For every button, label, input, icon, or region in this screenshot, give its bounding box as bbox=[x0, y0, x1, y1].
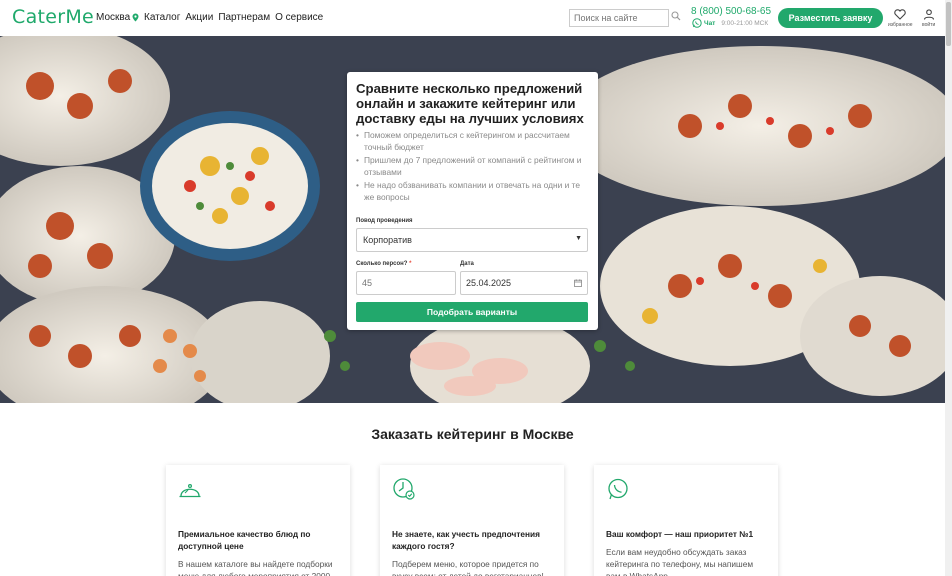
place-request-button[interactable]: Разместить заявку bbox=[778, 8, 883, 28]
feature-title: Не знаете, как учесть предпочтения каждо… bbox=[392, 529, 540, 551]
benefit-item: Пришлем до 7 предложений от компаний с р… bbox=[356, 154, 589, 178]
heart-icon bbox=[894, 9, 906, 20]
benefit-item: Поможем определиться с кейтерингом и рас… bbox=[356, 129, 589, 153]
whatsapp-icon bbox=[608, 478, 628, 500]
phone-number[interactable]: 8 (800) 500-68-65 bbox=[691, 6, 771, 17]
dropdown-arrow-icon: ▼ bbox=[575, 235, 582, 242]
login-label: Войти bbox=[922, 22, 936, 28]
page: CaterMe Москва Каталог Акции Партнерам О… bbox=[0, 0, 952, 576]
date-value: 25.04.2025 bbox=[466, 278, 512, 288]
site-header: CaterMe Москва Каталог Акции Партнерам О… bbox=[0, 0, 945, 36]
favorites-label: Избранное bbox=[888, 22, 913, 28]
occasion-label: Повод проведения bbox=[356, 218, 413, 224]
occasion-value: Корпоратив bbox=[363, 235, 412, 245]
benefit-item: Не надо обзванивать компании и отвечать … bbox=[356, 179, 589, 203]
nav-promotions[interactable]: Акции bbox=[185, 12, 213, 23]
nav-catalog[interactable]: Каталог bbox=[144, 12, 180, 23]
cloche-icon bbox=[179, 483, 201, 498]
feature-text: Если вам неудобно обсуждать заказ кейтер… bbox=[606, 547, 754, 576]
whatsapp-icon bbox=[692, 18, 702, 28]
calendar-icon bbox=[574, 279, 582, 287]
feature-card: Не знаете, как учесть предпочтения каждо… bbox=[380, 465, 564, 576]
user-icon bbox=[923, 9, 934, 20]
login-link[interactable]: Войти bbox=[922, 9, 935, 28]
favorites-link[interactable]: Избранное bbox=[888, 9, 913, 28]
feature-card: Ваш комфорт — наш приоритет №1 Если вам … bbox=[594, 465, 778, 576]
request-form-card: Сравните несколько предложений онлайн и … bbox=[347, 72, 598, 330]
scrollbar-thumb[interactable] bbox=[946, 2, 951, 46]
working-hours: 9:00-21:00 МСК bbox=[721, 19, 769, 27]
clock-check-icon bbox=[393, 478, 415, 500]
whatsapp-chat-link[interactable]: Чат 9:00-21:00 МСК bbox=[692, 18, 768, 28]
occasion-select[interactable]: Корпоратив ▼ bbox=[356, 228, 588, 252]
main-nav: Каталог Акции Партнерам О сервисе bbox=[144, 12, 323, 23]
page-scrollbar[interactable] bbox=[945, 0, 952, 576]
nav-partners[interactable]: Партнерам bbox=[218, 12, 270, 23]
required-marker: * bbox=[409, 261, 412, 267]
city-label: Москва bbox=[96, 12, 131, 23]
benefits-list: Поможем определиться с кейтерингом и рас… bbox=[356, 129, 589, 203]
feature-title: Премиальное качество блюд по доступной ц… bbox=[178, 529, 311, 551]
chat-label: Чат bbox=[704, 19, 716, 27]
feature-title: Ваш комфорт — наш приоритет №1 bbox=[606, 529, 754, 539]
section-title: Заказать кейтеринг в Москве bbox=[371, 426, 574, 442]
search-icon[interactable] bbox=[671, 11, 681, 21]
guests-input[interactable] bbox=[356, 271, 456, 295]
hero-title: Сравните несколько предложений онлайн и … bbox=[356, 81, 584, 126]
feature-text: В нашем каталоге вы найдете подборки мен… bbox=[178, 559, 333, 576]
guests-label-text: Сколько персон? bbox=[356, 261, 408, 267]
date-label: Дата bbox=[460, 261, 474, 267]
find-options-button[interactable]: Подобрать варианты bbox=[356, 302, 588, 322]
city-selector[interactable]: Москва bbox=[96, 12, 139, 23]
guests-label: Сколько персон? * bbox=[356, 261, 411, 267]
feature-card: Премиальное качество блюд по доступной ц… bbox=[166, 465, 350, 576]
location-pin-icon bbox=[132, 13, 139, 22]
nav-about[interactable]: О сервисе bbox=[275, 12, 323, 23]
feature-text: Подберем меню, которое придется по вкусу… bbox=[392, 559, 544, 576]
search-input[interactable] bbox=[569, 9, 669, 27]
date-input[interactable]: 25.04.2025 bbox=[460, 271, 588, 295]
logo[interactable]: CaterMe bbox=[12, 6, 94, 28]
